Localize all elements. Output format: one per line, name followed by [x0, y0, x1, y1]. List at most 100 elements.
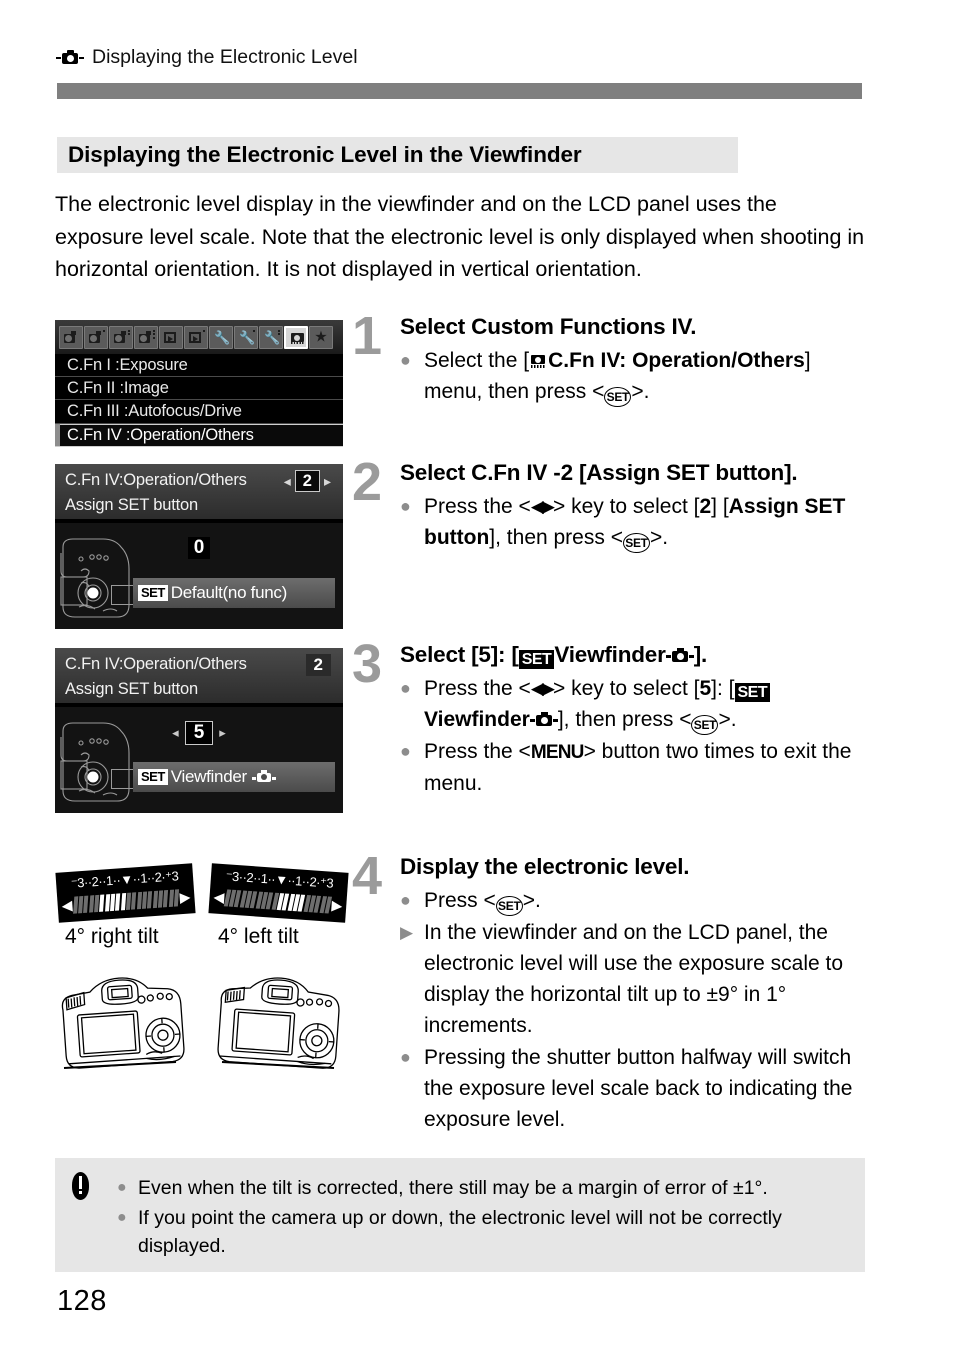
step-1: 1 Select Custom Functions IV. ● Select t…: [352, 306, 862, 407]
bullet-text: >.: [718, 708, 737, 731]
set-chip-icon: SET: [138, 769, 168, 785]
cfn-subtitle: Assign SET button: [65, 680, 198, 698]
cfn-option-label: Viewfinder: [171, 767, 276, 787]
page-number: 128: [57, 1285, 107, 1317]
step-3-number: 3: [352, 634, 383, 694]
step-3-bullet-1: ● Press the <◀▶> key to select [5]: [SET…: [400, 673, 862, 735]
section-title: Displaying the Electronic Level in the V…: [57, 137, 738, 173]
camera-back-illustration-right-tilt: [61, 977, 185, 1069]
set-block-icon: SET: [518, 650, 555, 669]
menu-key-icon: MENU: [530, 742, 585, 763]
bullet-dot-icon: ●: [400, 1047, 411, 1067]
menu-row-cfn4-selected: C.Fn IV :Operation/Others: [55, 423, 343, 447]
bullet-dot-icon: ●: [400, 741, 411, 761]
camera-icon: [251, 770, 276, 784]
set-key-icon: SET: [622, 533, 650, 553]
warning-icon: [68, 1172, 94, 1202]
menu-screenshot-custom-functions: 🔧 🔧 🔧 ★ C.Fn I :Exposure C.Fn II :Image …: [55, 320, 343, 447]
cfn-header-number: 2: [305, 654, 331, 676]
step-1-number: 1: [352, 306, 383, 366]
header-divider: [57, 83, 862, 99]
cfn-setting-number: 0: [55, 537, 343, 559]
running-header-title: Displaying the Electronic Level: [92, 46, 358, 68]
bullet-dot-icon: ●: [400, 350, 411, 370]
step-4-heading: Display the electronic level.: [400, 854, 690, 879]
menu-tab-shooting-2: [84, 325, 108, 349]
menu-screenshot-assign-set-viewfinder: C.Fn IV:Operation/Others Assign SET butt…: [55, 648, 343, 813]
triangle-bullet-icon: ▶: [400, 923, 414, 942]
step-1-heading: Select Custom Functions IV.: [400, 314, 697, 339]
caution-item: ● Even when the tilt is corrected, there…: [117, 1174, 851, 1202]
bullet-text: ] [: [711, 495, 729, 518]
tilt-label-right: 4° right tilt: [65, 925, 159, 948]
bullet-text: Press the <: [424, 495, 531, 518]
menu-tab-shooting-1: [59, 325, 83, 349]
menu-selection-bar: [55, 424, 60, 446]
camera-icon: [665, 648, 694, 664]
right-arrow-icon: ▸: [323, 472, 331, 489]
cfn-option-text: Viewfinder: [170, 767, 247, 786]
camera-icon: [56, 49, 84, 66]
cfn-option-label: Default(no func): [170, 583, 287, 602]
set-key-icon: SET: [691, 715, 719, 735]
bullet-dot-icon: ●: [117, 1179, 127, 1196]
bullet-dot-icon: ●: [400, 890, 411, 910]
menu-tab-custom-functions: [284, 325, 308, 349]
set-block-icon: SET: [734, 683, 771, 702]
caution-box: ● Even when the tilt is corrected, there…: [55, 1158, 865, 1272]
bullet-text: >.: [649, 526, 669, 549]
tilt-scale-right: ⁻3··2··1··▼··1··2·⁺3 ◀ ▶: [55, 863, 196, 923]
menu-screenshot-assign-set-default: C.Fn IV:Operation/Others Assign SET butt…: [55, 464, 343, 629]
camera-icon: [529, 712, 558, 728]
step-3-heading-pre: Select [5]: [: [400, 642, 519, 667]
cfn-header-number: ◂ 2 ▸: [284, 470, 331, 492]
bullet-text: >.: [631, 380, 650, 403]
step-4-bullet-3: ● Pressing the shutter button halfway wi…: [400, 1042, 862, 1135]
right-arrow-icon: ▸: [219, 725, 226, 740]
menu-tab-playback-2: [184, 325, 208, 349]
cfn-header: C.Fn IV:Operation/Others Assign SET butt…: [55, 464, 343, 521]
step-3-heading-mid: Viewfinder: [554, 642, 666, 667]
caution-list: ● Even when the tilt is corrected, there…: [117, 1174, 851, 1262]
bullet-text: > key to select [: [552, 495, 700, 518]
cfn-setting-value: 5: [184, 721, 214, 745]
cfn-camera-icon: [529, 353, 548, 369]
bullet-text: Press the <: [424, 677, 531, 700]
menu-row-cfn1: C.Fn I :Exposure: [55, 354, 343, 378]
menu-tab-my-menu: ★: [309, 325, 333, 349]
bullet-text: Pressing the shutter button halfway will…: [424, 1046, 853, 1131]
bullet-value: 2: [699, 495, 712, 518]
cfn-number-value: 2: [305, 654, 331, 676]
step-4: 4 Display the electronic level. ● Press …: [352, 849, 862, 1135]
caution-text: Even when the tilt is corrected, there s…: [138, 1177, 768, 1199]
caution-item: ● If you point the camera up or down, th…: [117, 1204, 851, 1260]
step-2-heading: Select C.Fn IV -2 [Assign SET button].: [400, 460, 798, 485]
menu-tab-strip: 🔧 🔧 🔧 ★: [55, 320, 343, 354]
step-3-heading: Select [5]: [SET Viewfinder].: [400, 640, 862, 670]
bullet-bold-text: Viewfinder: [424, 708, 530, 731]
menu-row-cfn3: C.Fn III :Autofocus/Drive: [55, 400, 343, 424]
camera-back-illustration-left-tilt: [217, 977, 340, 1069]
cfn-subtitle: Assign SET button: [65, 496, 198, 514]
left-arrow-icon: ◂: [283, 472, 291, 489]
cfn-callout-connector: [111, 769, 135, 789]
bullet-value: 5: [699, 677, 712, 700]
bullet-text: ], then press <: [489, 526, 623, 549]
step-2-bullet-1: ● Press the <◀▶> key to select [2] [Assi…: [400, 491, 862, 553]
bullet-text: In the viewfinder and on the LCD panel, …: [424, 921, 844, 1037]
step-4-bullet-1: ● Press < SET >.: [400, 885, 862, 916]
left-right-arrow-icon: ◀▶: [530, 497, 555, 516]
left-cap-icon: ◀: [212, 888, 225, 906]
menu-tab-playback-1: [159, 325, 183, 349]
right-cap-icon: ▶: [331, 896, 343, 914]
left-arrow-icon: ◂: [172, 725, 179, 740]
caution-text: If you point the camera up or down, the …: [138, 1207, 782, 1257]
step-2: 2 Select C.Fn IV -2 [Assign SET button].…: [352, 455, 862, 553]
bullet-text: ]: [: [711, 677, 735, 700]
step-1-bullet-1: ● Select the [C.Fn IV: Operation/Others]…: [400, 345, 862, 407]
bullet-bold-text: Others: [737, 349, 805, 372]
bullet-dot-icon: ●: [117, 1209, 127, 1226]
menu-row-cfn2: C.Fn II :Image: [55, 377, 343, 401]
menu-row-label: C.Fn I :Exposure: [67, 355, 188, 374]
menu-tab-setup-2: 🔧: [234, 325, 258, 349]
